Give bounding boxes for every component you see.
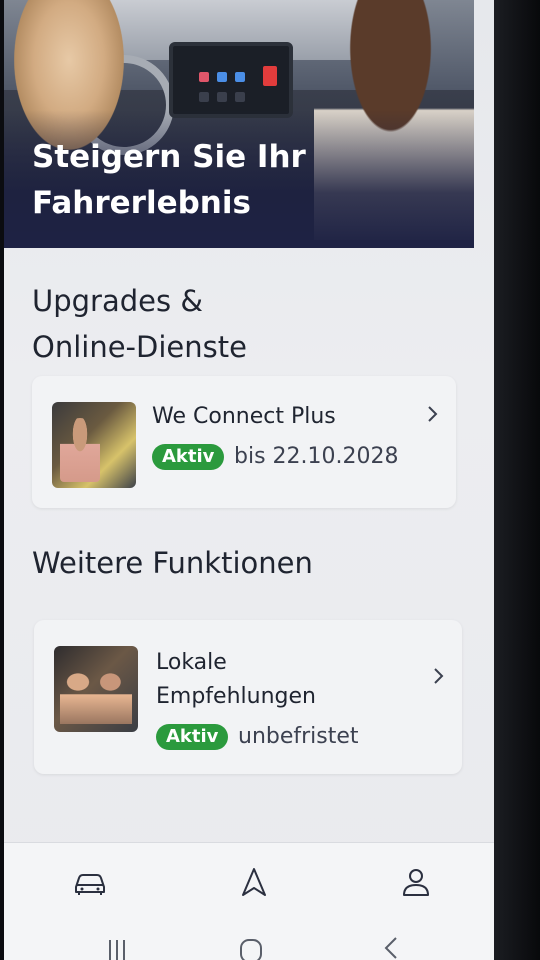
local-recommendations-title-line-2: Empfehlungen xyxy=(156,684,316,709)
profile-icon[interactable] xyxy=(394,861,438,905)
local-recommendations-title-line-1: Lokale xyxy=(156,650,227,675)
we-connect-plus-validity: bis 22.10.2028 xyxy=(234,444,399,469)
hero-title: Steigern Sie Ihr Fahrerlebnis xyxy=(32,134,332,226)
chevron-right-icon xyxy=(428,406,438,422)
local-recommendations-card[interactable]: Lokale Empfehlungen Aktiv unbefristet xyxy=(34,620,462,774)
upgrades-title-line-2: Online-Dienste xyxy=(32,330,247,364)
upgrades-title-line-1: Upgrades & xyxy=(32,284,203,318)
status-badge: Aktiv xyxy=(152,444,225,470)
hero-banner[interactable]: Steigern Sie Ihr Fahrerlebnis xyxy=(4,0,474,248)
local-recommendations-title: Lokale Empfehlungen xyxy=(156,646,316,714)
we-connect-plus-thumbnail xyxy=(52,402,136,488)
navigation-icon[interactable] xyxy=(232,861,276,905)
car-icon[interactable] xyxy=(68,861,112,905)
bottom-navigation xyxy=(4,842,494,926)
back-icon[interactable] xyxy=(376,936,406,960)
recent-apps-icon[interactable] xyxy=(102,936,132,960)
status-badge: Aktiv xyxy=(156,724,229,750)
we-connect-plus-title: We Connect Plus xyxy=(152,404,336,429)
device-bezel xyxy=(494,0,540,960)
system-navigation-bar xyxy=(4,926,494,960)
hero-title-line-2: Fahrerlebnis xyxy=(32,185,251,221)
app-screen: Steigern Sie Ihr Fahrerlebnis Upgrades &… xyxy=(4,0,494,960)
we-connect-plus-card[interactable]: We Connect Plus Aktiv bis 22.10.2028 xyxy=(32,376,456,508)
local-recommendations-validity: unbefristet xyxy=(238,724,359,749)
more-functions-title: Weitere Funktionen xyxy=(32,546,313,580)
hero-title-line-1: Steigern Sie Ihr xyxy=(32,139,306,175)
chevron-right-icon xyxy=(434,668,444,684)
hero-image-infotainment-display xyxy=(169,42,293,118)
home-icon[interactable] xyxy=(236,936,266,960)
upgrades-section-title: Upgrades & Online-Dienste xyxy=(32,278,247,370)
local-recommendations-thumbnail xyxy=(54,646,138,732)
